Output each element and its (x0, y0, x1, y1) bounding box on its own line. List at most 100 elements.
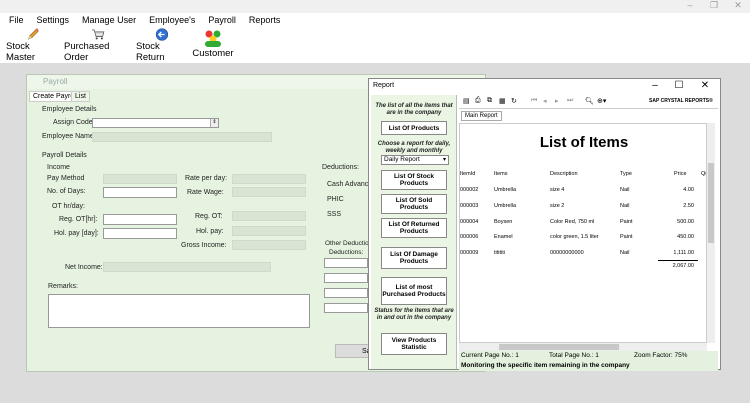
viewer-status-bar: Current Page No.: 1 Total Page No.: 1 Zo… (459, 351, 718, 361)
menu-reports[interactable]: Reports (249, 15, 281, 25)
main-report-tab[interactable]: Main Report (461, 111, 502, 121)
no-of-days-input[interactable] (103, 187, 177, 198)
sold-products-button[interactable]: List Of Sold Products (381, 194, 447, 214)
page-title: List of Items (539, 134, 629, 151)
stock-products-button[interactable]: List Of Stock Products (381, 170, 447, 190)
other-deduction-input-4[interactable] (324, 303, 368, 313)
row2-item: Umbrella (494, 203, 517, 209)
minimize-icon[interactable]: – (682, 0, 698, 11)
hol-pay-label: Hol. pay: (196, 228, 224, 235)
menu-employees[interactable]: Employee's (149, 15, 195, 25)
vertical-scrollbar[interactable] (707, 123, 715, 343)
report-page: List of Items ItemId Items Description T… (459, 123, 707, 343)
close-icon[interactable]: ✕ (730, 0, 746, 11)
hol-pay-day-label: Hol. pay [day]: (54, 230, 99, 237)
first-page-icon[interactable]: ⏮ (531, 97, 537, 105)
row1-type: Nail (620, 187, 630, 193)
row5-type: Nail (620, 250, 630, 256)
hol-pay-field (232, 226, 306, 236)
row4-id: 000006 (460, 234, 479, 240)
print-icon[interactable]: ⎙ (475, 97, 481, 105)
copy-icon[interactable]: ⧉ (487, 97, 492, 105)
remarks-textarea[interactable] (48, 294, 310, 328)
row1-item: Umbrella (494, 187, 517, 193)
menu-file[interactable]: File (9, 15, 24, 25)
period-select[interactable]: Daily Report ▾ (381, 155, 449, 165)
assign-code-select[interactable]: ⇕ (92, 118, 219, 128)
rate-per-day-label: Rate per day: (185, 175, 228, 182)
prev-page-icon[interactable]: ◂ (543, 97, 547, 105)
pay-method-field[interactable] (103, 174, 177, 184)
row3-type: Paint (620, 219, 633, 225)
col-type: Type (620, 171, 632, 177)
row3-desc: Color Red, 750 ml (550, 219, 595, 225)
col-items: Items (494, 171, 508, 177)
main-window: – ❐ ✕ File Settings Manage User Employee… (0, 0, 750, 403)
current-page-text: Current Page No.: 1 (461, 352, 519, 359)
rate-wage-label: Rate Wage: (187, 189, 224, 196)
rate-per-day-field (232, 174, 306, 184)
horizontal-scroll-thumb[interactable] (499, 344, 619, 350)
last-page-icon[interactable]: ⏭ (567, 97, 573, 105)
reg-ot-hr-input[interactable] (103, 214, 177, 225)
other-deduction-input-1[interactable] (324, 258, 368, 268)
report-minimize-icon[interactable]: – (649, 80, 661, 91)
toolbar: Stock Master Purchased Order Stock Retur… (0, 27, 750, 63)
other-deduction-input-2[interactable] (324, 273, 368, 283)
report-close-icon[interactable]: ✕ (699, 80, 711, 91)
people-icon (205, 30, 221, 47)
damage-products-button[interactable]: List Of Damage Products (381, 247, 447, 269)
row1-price: 4.00 (683, 187, 694, 193)
report-window: Report – ☐ ✕ The list of all the items t… (368, 78, 721, 371)
hol-pay-day-input[interactable] (103, 228, 177, 239)
vertical-scroll-thumb[interactable] (708, 163, 714, 243)
most-purchased-button[interactable]: List of most Purchased Products (381, 277, 447, 305)
row4-desc: color green, 1.5 liter (550, 234, 599, 240)
stock-master-button[interactable]: Stock Master (6, 27, 60, 63)
choose-text: Choose a report for daily, weekly and mo… (377, 141, 451, 154)
spin-icon[interactable]: ⇕ (210, 119, 218, 127)
maximize-icon[interactable]: ❐ (706, 0, 722, 11)
remarks-label: Remarks: (48, 283, 78, 290)
refresh-icon[interactable]: ↻ (511, 97, 517, 105)
employee-name-label: Employee Name: (42, 133, 96, 140)
list-of-products-button[interactable]: List Of Products (381, 121, 447, 135)
row1-id: 000002 (460, 187, 479, 193)
total-page-text: Total Page No.: 1 (549, 352, 599, 359)
other-deduction-input-3[interactable] (324, 288, 368, 298)
report-options-panel: The list of all the items that are in th… (371, 95, 457, 369)
next-page-icon[interactable]: ▸ (555, 97, 559, 105)
bottom-message-bar: Monitoring the specific item remaining i… (459, 361, 718, 371)
report-maximize-icon[interactable]: ☐ (673, 80, 685, 91)
row2-type: Nail (620, 203, 630, 209)
back-arrow-icon (155, 28, 169, 41)
assign-code-label: Assign Code: (53, 119, 95, 126)
find-icon[interactable]: 🔍︎ (585, 97, 594, 105)
menu-manage-user[interactable]: Manage User (82, 15, 136, 25)
save-button[interactable]: Sa (335, 344, 371, 358)
stock-return-button[interactable]: Stock Return (136, 27, 188, 63)
horizontal-scrollbar[interactable] (459, 343, 707, 351)
row1-desc: size 4 (550, 187, 565, 193)
returned-products-button[interactable]: List Of Returned Products (381, 218, 447, 238)
row2-desc: size 2 (550, 203, 565, 209)
tree-icon[interactable]: ▦ (499, 97, 506, 105)
reg-ot-label: Reg. OT: (195, 213, 223, 220)
phic-label: PHIC (327, 196, 344, 203)
ot-hr-day-label: OT hr/day: (52, 203, 85, 210)
period-select-value: Daily Report (384, 156, 420, 163)
menu-payroll[interactable]: Payroll (208, 15, 236, 25)
total-price: 2,067.00 (672, 263, 694, 269)
view-statistic-button[interactable]: View Products Statistic (381, 333, 447, 355)
row3-price: 500.00 (677, 219, 694, 225)
purchased-order-button[interactable]: Purchased Order (64, 27, 132, 63)
customer-button[interactable]: Customer (192, 27, 234, 63)
net-income-label: Net Income: (65, 264, 103, 271)
zoom-icon[interactable]: ⊕▾ (597, 97, 606, 105)
menu-settings[interactable]: Settings (37, 15, 70, 25)
export-icon[interactable]: ▤ (463, 97, 470, 105)
employee-name-field[interactable] (92, 132, 272, 142)
row4-item: Enamel (494, 234, 513, 240)
status-text: Status for the items that are in and out… (374, 308, 454, 321)
tab-list[interactable]: List (71, 91, 90, 102)
